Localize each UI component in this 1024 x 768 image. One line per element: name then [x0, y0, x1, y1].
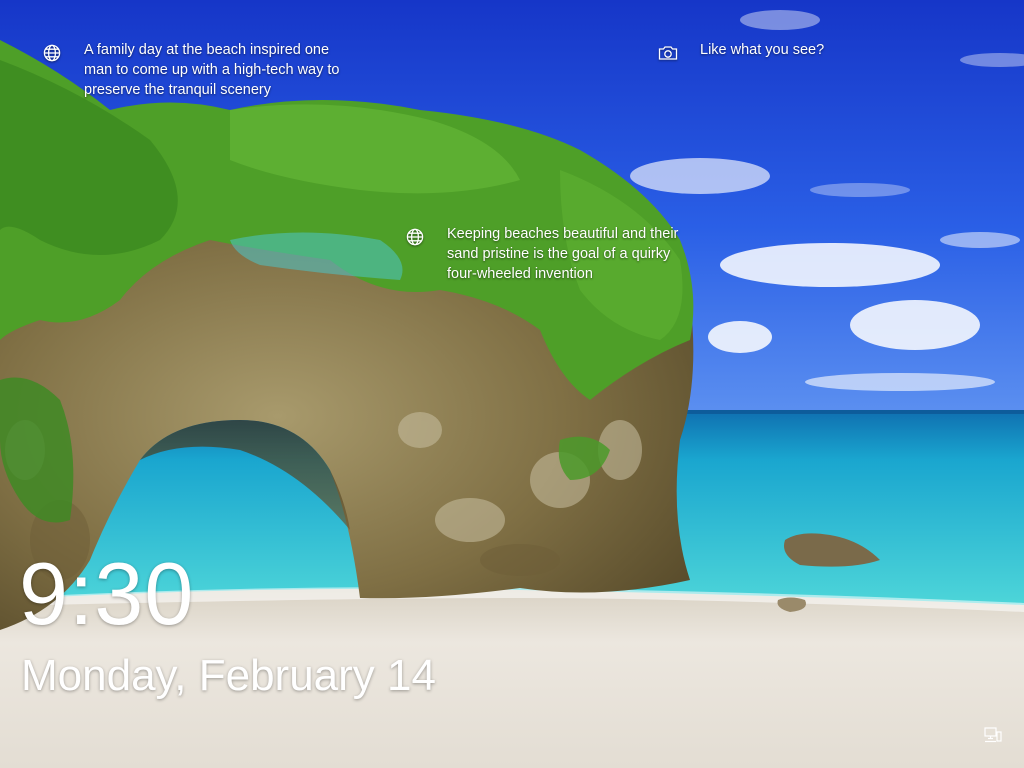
- spotlight-item-1[interactable]: A family day at the beach inspired one m…: [40, 41, 340, 100]
- lock-date: Monday, February 14: [21, 651, 436, 700]
- spotlight-text: Keeping beaches beautiful and their sand…: [447, 226, 679, 282]
- lock-clock: 9:30: [19, 544, 195, 643]
- lock-screen[interactable]: A family day at the beach inspired one m…: [0, 0, 1024, 768]
- spotlight-text: A family day at the beach inspired one m…: [84, 42, 340, 98]
- spotlight-text: Like what you see?: [700, 42, 825, 58]
- spotlight-item-2[interactable]: Like what you see?: [656, 41, 876, 65]
- spotlight-item-3[interactable]: Keeping beaches beautiful and their sand…: [403, 225, 703, 284]
- network-icon[interactable]: [984, 727, 1002, 743]
- globe-icon: [40, 41, 64, 65]
- globe-icon: [403, 225, 427, 249]
- camera-icon: [656, 41, 680, 65]
